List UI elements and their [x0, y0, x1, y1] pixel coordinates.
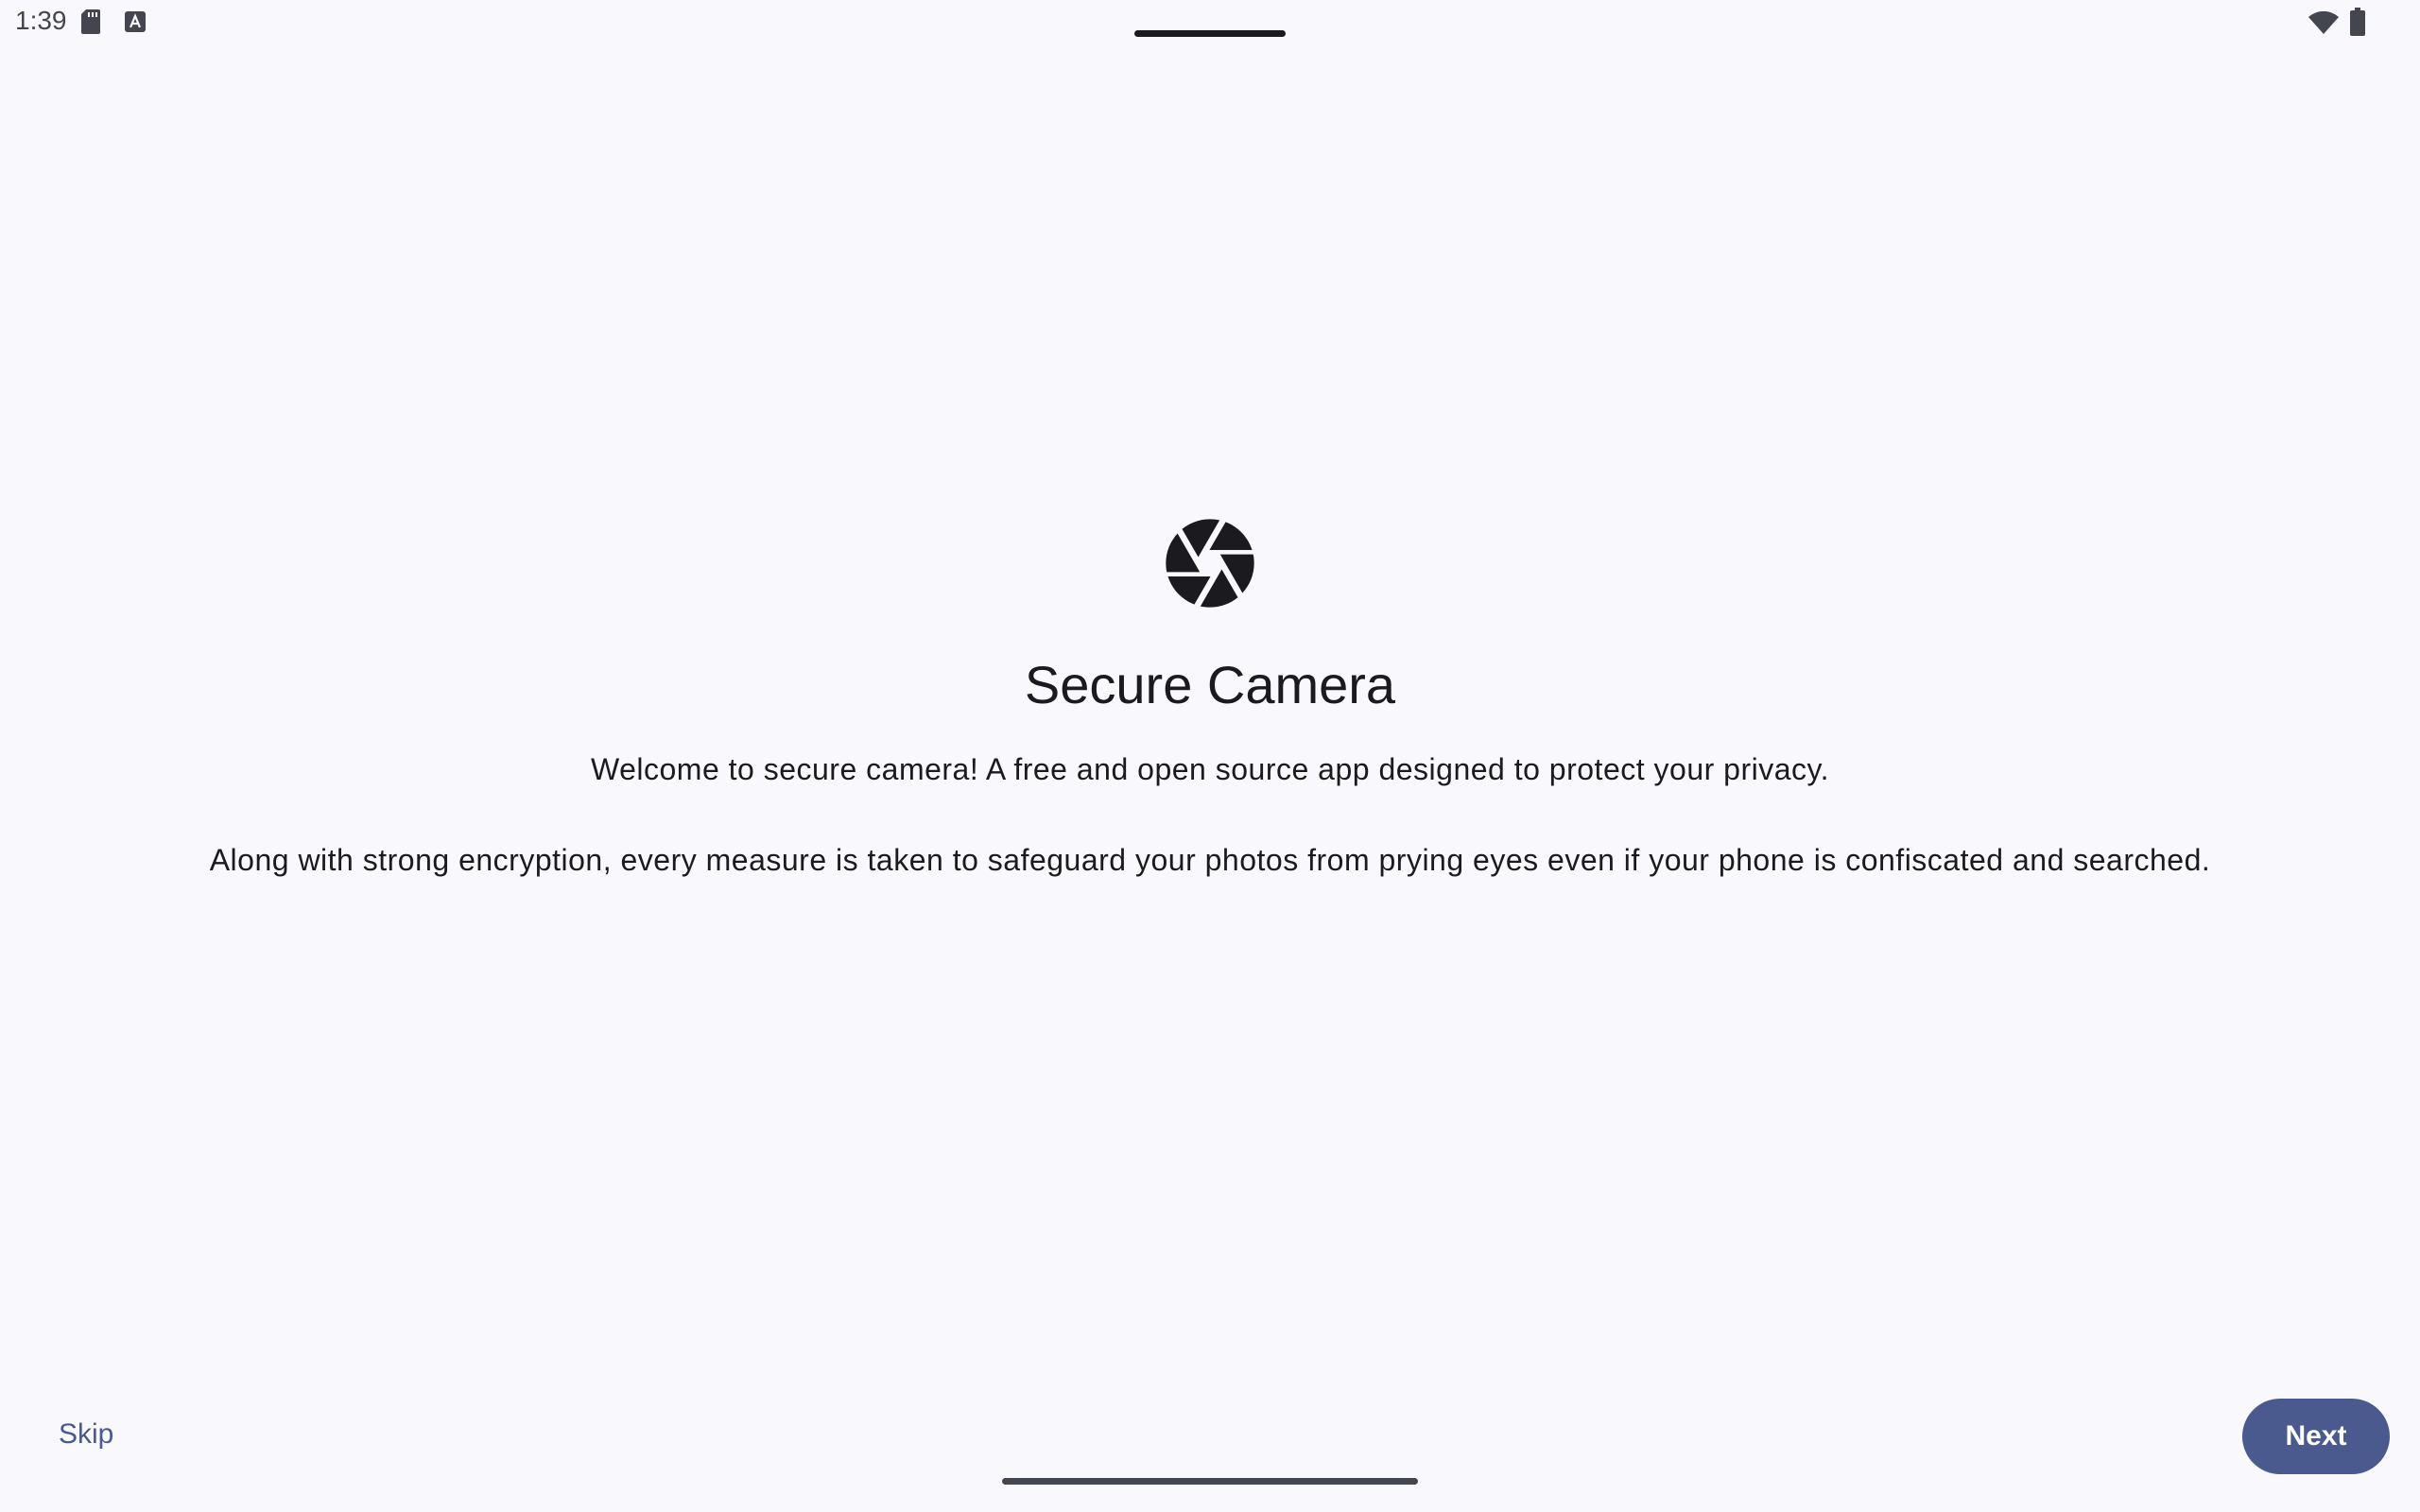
onboarding-screen: 1:39 Secure Camera Welcome to secure cam…	[0, 0, 2420, 1512]
welcome-text: Welcome to secure camera! A free and ope…	[590, 752, 1830, 786]
skip-button[interactable]: Skip	[38, 1397, 134, 1472]
camera-aperture-icon	[1166, 519, 1254, 608]
status-bar: 1:39	[0, 0, 2420, 45]
sd-card-icon	[81, 9, 100, 34]
wifi-icon	[2308, 11, 2339, 34]
privacy-description-text: Along with strong encryption, every meas…	[209, 843, 2211, 877]
app-title: Secure Camera	[1024, 655, 1396, 714]
battery-icon	[2350, 8, 2365, 36]
welcome-content: Secure Camera Welcome to secure camera! …	[0, 510, 2420, 879]
next-button[interactable]: Next	[2242, 1399, 2390, 1474]
drag-handle[interactable]	[1134, 30, 1286, 37]
status-time: 1:39	[15, 6, 67, 35]
keyboard-icon	[125, 11, 146, 32]
gesture-navigation-bar[interactable]	[1002, 1478, 1418, 1485]
